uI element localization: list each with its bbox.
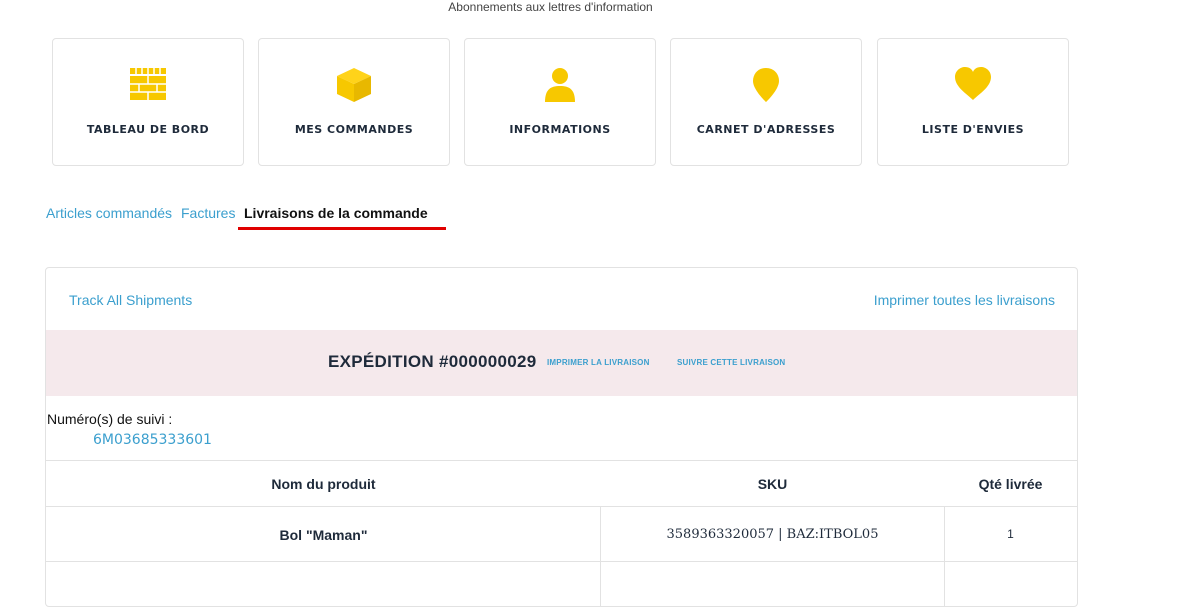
product-name-cell: Bol "Maman": [279, 527, 368, 543]
column-divider: [600, 506, 601, 606]
shipment-title: EXPÉDITION #000000029: [328, 352, 537, 371]
newsletter-link[interactable]: Abonnements aux lettres d'information: [0, 0, 1101, 14]
column-header-product: Nom du produit: [271, 476, 376, 492]
table-top-border: [46, 460, 1077, 461]
shipment-header: EXPÉDITION #000000029 IMPRIMER LA LIVRAI…: [46, 330, 1077, 396]
heart-icon: [878, 67, 1068, 103]
sku-cell: 3589363320057 | BAZ:ITBOL05: [666, 527, 879, 542]
shipments-panel: Track All Shipments Imprimer toutes les …: [45, 267, 1078, 607]
table-header-border: [46, 506, 1077, 507]
track-all-shipments-link[interactable]: Track All Shipments: [69, 292, 192, 308]
tab-order-shipments[interactable]: Livraisons de la commande: [244, 205, 428, 221]
qty-shipped-cell: 1: [1007, 527, 1014, 541]
location-pin-icon: [671, 67, 861, 103]
table-row-border: [46, 561, 1077, 562]
dashboard-card-label: TABLEAU DE BORD: [86, 123, 210, 136]
tracking-number-link[interactable]: 6M03685333601: [93, 432, 212, 448]
user-icon: [465, 67, 655, 103]
information-card[interactable]: INFORMATIONS: [464, 38, 656, 166]
dashboard-icon: [53, 67, 243, 103]
wishlist-card-label: LISTE D'ENVIES: [921, 123, 1025, 136]
print-shipment-link[interactable]: IMPRIMER LA LIVRAISON: [547, 358, 650, 367]
address-book-card[interactable]: CARNET D'ADRESSES: [670, 38, 862, 166]
print-all-shipments-link[interactable]: Imprimer toutes les livraisons: [874, 292, 1055, 308]
tracking-numbers-label: Numéro(s) de suivi :: [47, 411, 173, 427]
active-tab-underline: [238, 227, 446, 230]
orders-card[interactable]: MES COMMANDES: [258, 38, 450, 166]
orders-card-label: MES COMMANDES: [294, 123, 414, 136]
information-card-label: INFORMATIONS: [509, 123, 611, 136]
tab-ordered-items[interactable]: Articles commandés: [46, 205, 172, 221]
column-header-sku: SKU: [757, 476, 788, 492]
box-icon: [259, 67, 449, 103]
track-shipment-link[interactable]: SUIVRE CETTE LIVRAISON: [677, 358, 785, 367]
wishlist-card[interactable]: LISTE D'ENVIES: [877, 38, 1069, 166]
dashboard-card[interactable]: TABLEAU DE BORD: [52, 38, 244, 166]
address-book-card-label: CARNET D'ADRESSES: [696, 123, 836, 136]
column-divider: [944, 506, 945, 606]
column-header-qty: Qté livrée: [978, 476, 1043, 492]
tab-invoices[interactable]: Factures: [181, 205, 235, 221]
